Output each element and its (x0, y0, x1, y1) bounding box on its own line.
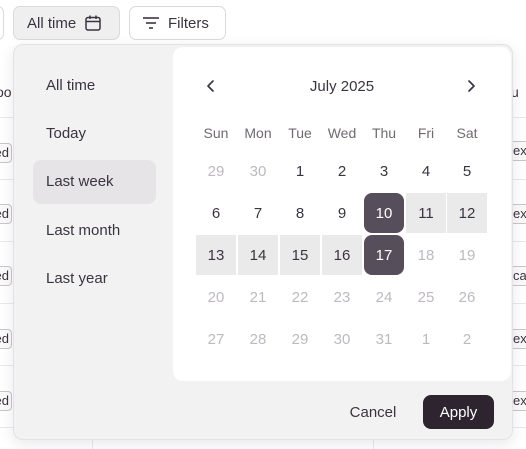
left-cell-text: ed (0, 206, 9, 221)
calendar-day[interactable]: 2 (447, 319, 487, 359)
calendar-day[interactable]: 21 (238, 277, 278, 317)
calendar-day[interactable]: 5 (447, 151, 487, 191)
apply-button[interactable]: Apply (423, 395, 494, 429)
calendar-day[interactable]: 12 (447, 193, 487, 233)
preset-today[interactable]: Today (33, 112, 156, 156)
apply-label: Apply (439, 403, 478, 421)
weekday-header: Sat (456, 125, 478, 141)
date-filter-label: All time (27, 14, 77, 32)
calendar-day[interactable]: 1 (280, 151, 320, 191)
calendar-day[interactable]: 16 (322, 235, 362, 275)
cancel-button[interactable]: Cancel (338, 395, 408, 429)
calendar-day[interactable]: 23 (322, 277, 362, 317)
calendar-day[interactable]: 14 (238, 235, 278, 275)
calendar-day[interactable]: 6 (196, 193, 236, 233)
calendar-day[interactable]: 9 (322, 193, 362, 233)
calendar-panel: July 2025 Sun Mon Tue Wed Thu Fri Sat 29 30 1 2 3 4 5… (173, 47, 511, 381)
calendar-day[interactable]: 1 (406, 319, 446, 359)
calendar-day[interactable]: 18 (406, 235, 446, 275)
calendar-day[interactable]: 30 (322, 319, 362, 359)
left-cell-text: ed (0, 393, 9, 408)
right-cell-text: ex (513, 393, 526, 408)
calendar-day[interactable]: 20 (196, 277, 236, 317)
filter-lines-icon (142, 15, 160, 31)
left-cell-chip: ed (0, 266, 12, 286)
calendar-day[interactable]: 8 (280, 193, 320, 233)
weekday-header: Sun (203, 125, 229, 141)
date-filter-button[interactable]: All time (13, 6, 120, 40)
calendar-day[interactable]: 26 (447, 277, 487, 317)
calendar-day[interactable]: 29 (196, 151, 236, 191)
next-month-button[interactable] (459, 74, 483, 98)
calendar-day[interactable]: 22 (280, 277, 320, 317)
right-cell-text: ex (513, 143, 526, 158)
calendar-day[interactable]: 25 (406, 277, 446, 317)
filters-button[interactable]: Filters (129, 6, 226, 40)
left-cell-chip: ed (0, 329, 12, 349)
preset-last-month[interactable]: Last month (33, 209, 156, 253)
right-cell-text: ex (513, 331, 526, 346)
preset-last-week[interactable]: Last week (33, 160, 156, 204)
left-cell-text: ed (0, 145, 9, 160)
calendar-day[interactable]: 24 (364, 277, 404, 317)
calendar-day[interactable]: 30 (238, 151, 278, 191)
calendar-day[interactable]: 13 (196, 235, 236, 275)
cancel-label: Cancel (349, 403, 397, 421)
weekday-header: Fri (417, 125, 435, 141)
top-toolbar: All time Filters (0, 0, 526, 46)
calendar-day[interactable]: 19 (447, 235, 487, 275)
weekday-header: Mon (244, 125, 272, 141)
calendar-day[interactable]: 7 (238, 193, 278, 233)
preset-last-year[interactable]: Last year (33, 257, 156, 301)
calendar-day[interactable]: 3 (364, 151, 404, 191)
calendar-day-selected[interactable]: 17 (364, 235, 404, 275)
left-cell-chip: ed (0, 204, 12, 224)
right-cell-text: ex (513, 206, 526, 221)
weekday-header: Thu (371, 125, 397, 141)
left-cell-text: ed (0, 268, 9, 283)
chevron-right-icon (465, 79, 477, 93)
filters-label: Filters (168, 14, 209, 32)
calendar-day[interactable]: 29 (280, 319, 320, 359)
left-cell-text: ed (0, 331, 9, 346)
calendar-day-selected[interactable]: 10 (364, 193, 404, 233)
calendar-icon (84, 14, 102, 32)
partial-toolbar-button[interactable] (0, 6, 4, 40)
right-cell-text: car (513, 268, 526, 283)
calendar-day[interactable]: 4 (406, 151, 446, 191)
left-cell-chip: ed (0, 391, 12, 411)
calendar-day[interactable]: 28 (238, 319, 278, 359)
preset-label: Last week (46, 173, 114, 190)
date-range-popover: All time Today Last week Last month Last… (13, 44, 513, 440)
header-cell-left: oo (0, 84, 12, 100)
calendar-day[interactable]: 15 (280, 235, 320, 275)
calendar-day[interactable]: 31 (364, 319, 404, 359)
calendar-day[interactable]: 2 (322, 151, 362, 191)
preset-label: Last month (46, 222, 121, 239)
calendar-day[interactable]: 11 (406, 193, 446, 233)
preset-label: Today (46, 125, 87, 142)
preset-label: Last year (46, 270, 108, 287)
calendar-day[interactable]: 27 (196, 319, 236, 359)
left-cell-chip: ed (0, 143, 12, 163)
weekday-header: Wed (327, 125, 357, 141)
weekday-header: Tue (288, 125, 312, 141)
preset-all-time[interactable]: All time (33, 64, 156, 108)
preset-label: All time (46, 77, 96, 94)
